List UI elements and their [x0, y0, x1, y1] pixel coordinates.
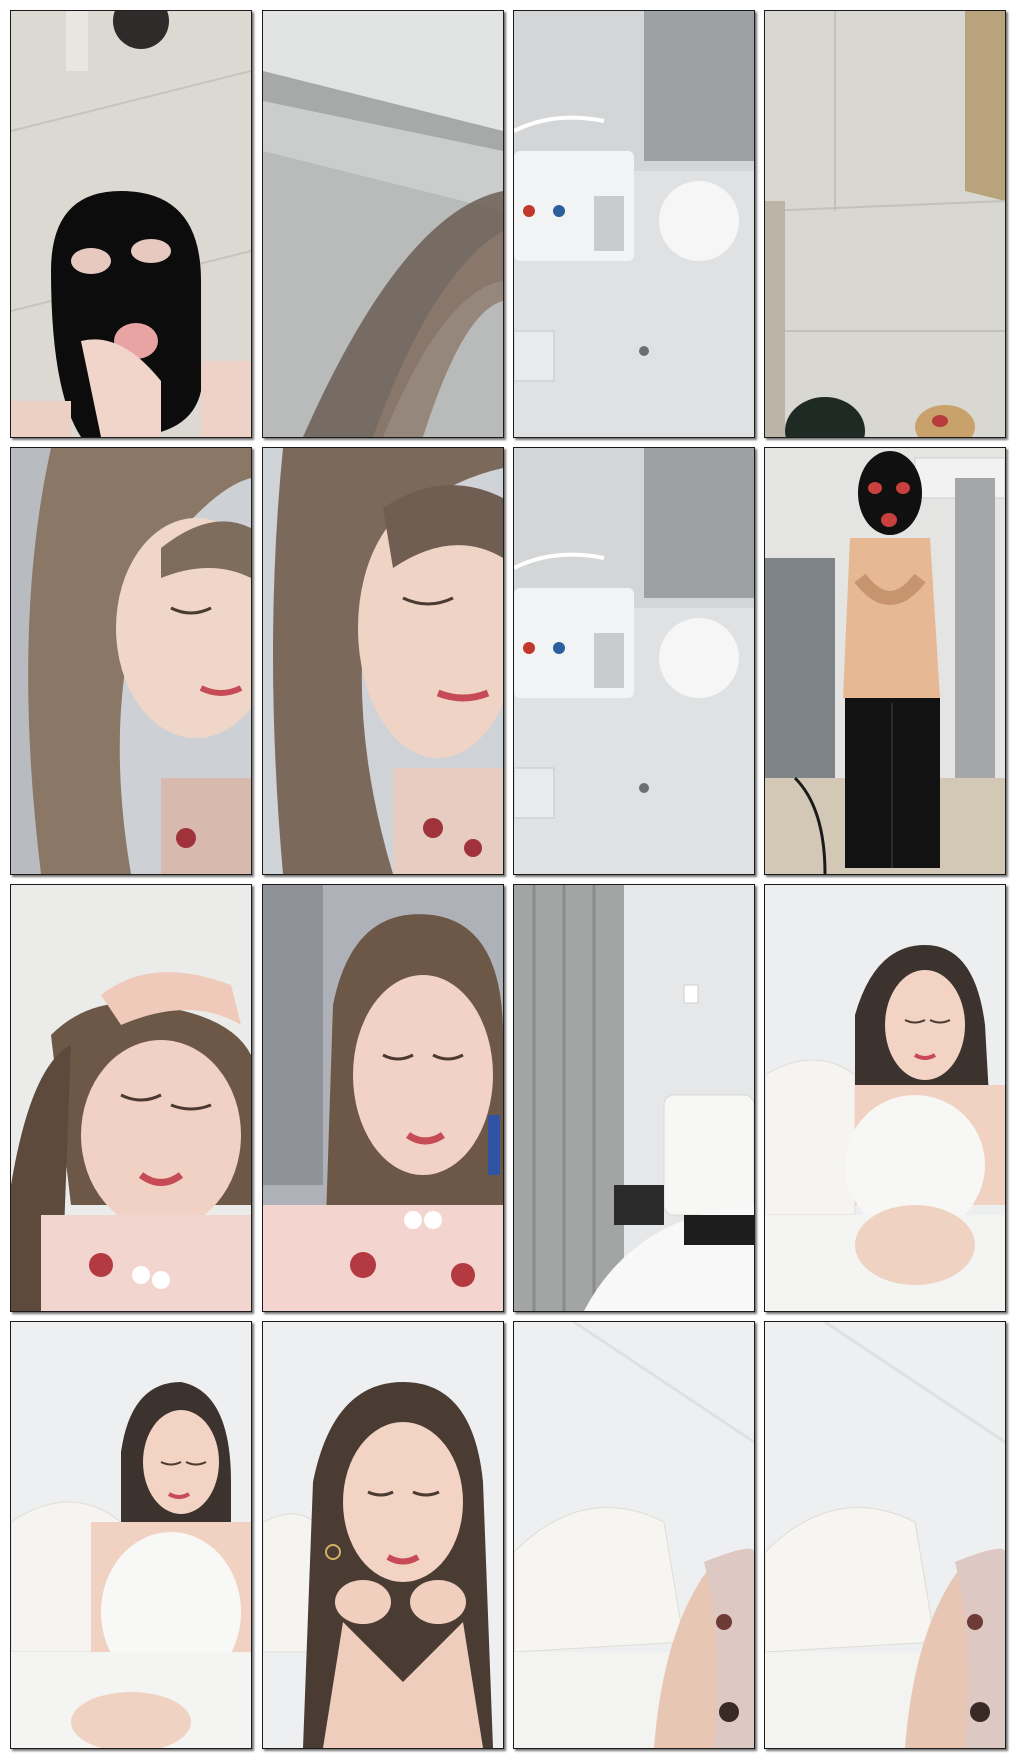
frame-14-woman-chin-on-hands	[262, 1321, 504, 1749]
frame-6-woman-eyes-closed-close	[262, 447, 504, 875]
frame-2-blurred-ceiling	[262, 10, 504, 438]
frame-16-bed-headboard-arm	[764, 1321, 1006, 1749]
frame-15-bed-headboard-arm	[513, 1321, 755, 1749]
frame-8-masked-man	[764, 447, 1006, 875]
frame-5-woman-eyes-closed	[10, 447, 252, 875]
frame-13-woman-sitting-bed	[10, 1321, 252, 1749]
frame-7-water-heater	[513, 447, 755, 875]
frame-4-floor-corner	[764, 10, 1006, 438]
frame-11-bedroom-curtain	[513, 884, 755, 1312]
frame-1-black-mask	[10, 10, 252, 438]
frame-12-woman-sitting-bed	[764, 884, 1006, 1312]
contact-sheet	[0, 0, 1018, 1762]
frame-10-woman-looking-camera	[262, 884, 504, 1312]
frame-9-woman-hand-on-head	[10, 884, 252, 1312]
frame-3-water-heater	[513, 10, 755, 438]
